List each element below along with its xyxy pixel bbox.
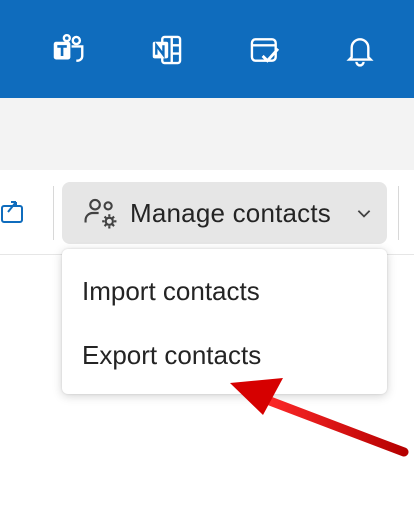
menu-item-import-contacts[interactable]: Import contacts [62, 259, 387, 323]
manage-contacts-button[interactable]: Manage contacts [62, 182, 387, 244]
command-band [0, 98, 414, 170]
todo-icon[interactable] [245, 30, 285, 70]
share-icon[interactable] [0, 192, 24, 228]
chevron-down-icon [357, 210, 371, 218]
manage-contacts-label: Manage contacts [130, 197, 332, 228]
ribbon-separator [398, 186, 399, 240]
teams-icon[interactable] [48, 30, 88, 70]
bell-icon[interactable] [340, 30, 380, 70]
menu-item-export-contacts[interactable]: Export contacts [62, 323, 387, 387]
onenote-icon[interactable] [147, 30, 187, 70]
app-header [0, 0, 414, 98]
arrow-shaft [257, 393, 409, 457]
manage-contacts-menu: Import contacts Export contacts [62, 249, 387, 394]
people-settings-icon [84, 198, 117, 229]
ribbon-separator [53, 186, 54, 240]
